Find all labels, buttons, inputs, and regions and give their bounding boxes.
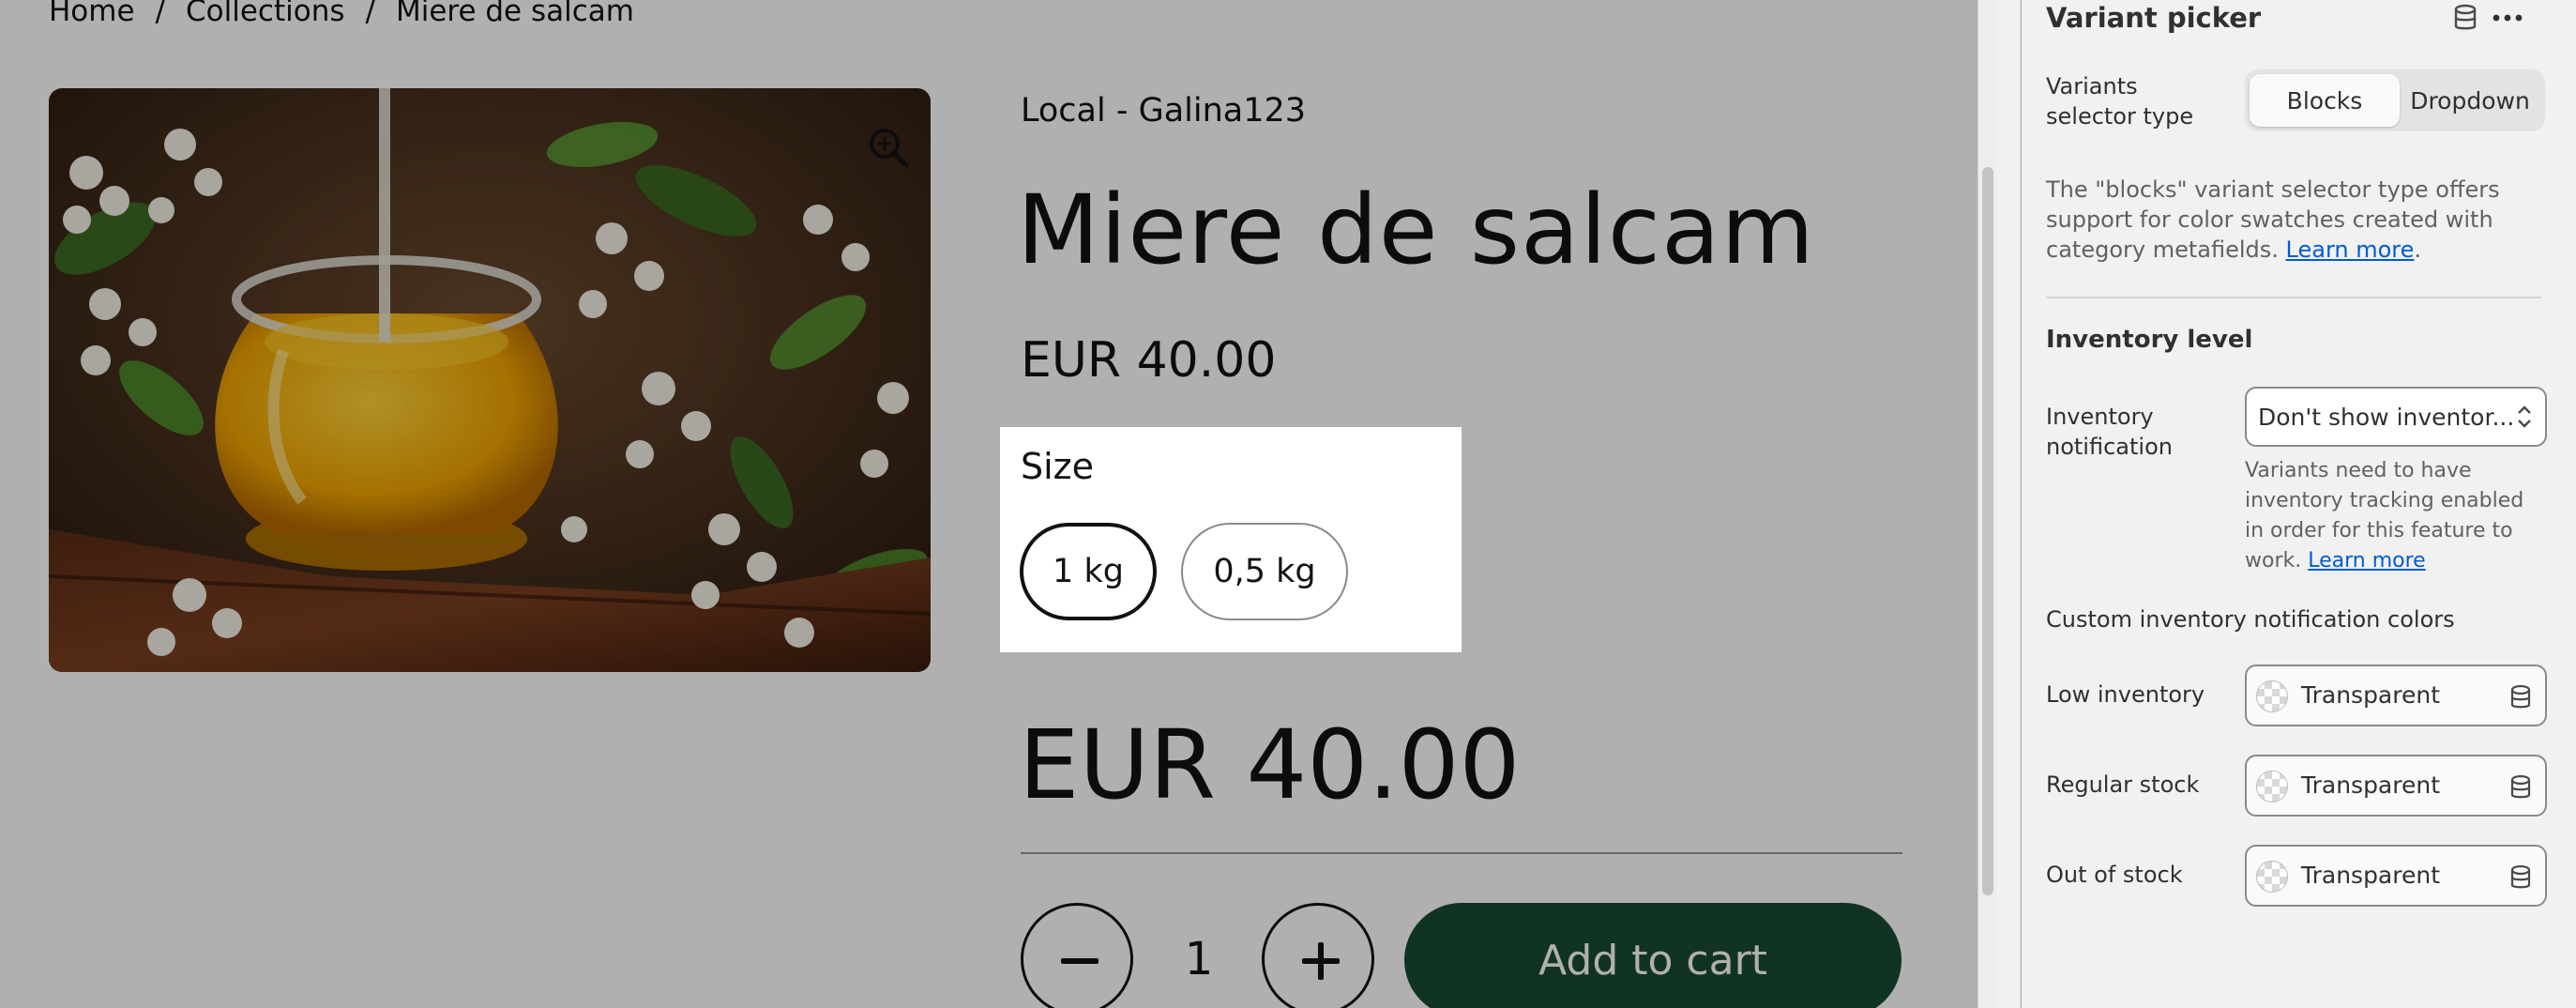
regular-stock-color-field[interactable]: Transparent [2245, 755, 2547, 817]
breadcrumb: Home / Collections / Miere de salcam [49, 0, 634, 28]
divider [1021, 852, 1902, 854]
add-to-cart-button[interactable]: Add to cart [1404, 903, 1902, 1008]
breadcrumb-separator: / [365, 0, 375, 28]
quantity-decrease-button[interactable] [1021, 903, 1133, 1008]
selector-type-segmented: Blocks Dropdown [2245, 69, 2545, 131]
selector-description-text: The "blocks" variant selector type offer… [2046, 176, 2500, 263]
select-arrows-icon [2518, 405, 2531, 428]
low-inventory-label: Low inventory [2046, 681, 2205, 708]
size-option-0-5kg[interactable]: 0,5 kg [1181, 523, 1348, 620]
regular-stock-label: Regular stock [2046, 771, 2200, 798]
settings-panel: Variant picker Variants selector type Bl… [2022, 0, 2576, 1008]
low-inventory-color-value: Transparent [2301, 681, 2441, 709]
database-icon[interactable] [2509, 864, 2532, 891]
section-divider [2046, 297, 2541, 298]
quantity-value[interactable]: 1 [1173, 933, 1225, 985]
product-image[interactable] [49, 88, 931, 672]
breadcrumb-home[interactable]: Home [49, 0, 135, 28]
color-swatch[interactable] [2256, 680, 2288, 712]
size-option-1kg[interactable]: 1 kg [1020, 523, 1157, 620]
low-inventory-color-field[interactable]: Transparent [2245, 664, 2547, 726]
theme-preview: Home / Collections / Miere de salcam Loc… [0, 0, 1977, 1008]
regular-stock-color-value: Transparent [2301, 771, 2441, 799]
size-label: Size [1021, 446, 1095, 487]
selector-option-blocks[interactable]: Blocks [2250, 74, 2400, 127]
database-icon[interactable] [2509, 684, 2532, 710]
selector-type-label: Variants selector type [2046, 73, 2194, 130]
minus-icon [1061, 958, 1099, 964]
breadcrumb-separator: / [155, 0, 165, 28]
honey-jar-illustration [49, 88, 931, 672]
zoom-in-icon[interactable] [865, 124, 912, 171]
database-icon[interactable] [2453, 4, 2478, 32]
inventory-learn-more-link[interactable]: Learn more [2308, 549, 2425, 573]
out-of-stock-color-field[interactable]: Transparent [2245, 845, 2547, 907]
custom-colors-label: Custom inventory notification colors [2046, 606, 2455, 633]
quantity-increase-button[interactable] [1262, 903, 1374, 1008]
scrollbar-thumb[interactable] [1982, 167, 1993, 895]
more-options-icon[interactable] [2493, 13, 2523, 23]
inventory-notification-value: Don't show inventor... [2258, 403, 2515, 431]
out-of-stock-color-value: Transparent [2301, 862, 2441, 889]
breadcrumb-collections[interactable]: Collections [186, 0, 345, 28]
product-price-large: EUR 40.00 [1019, 710, 1521, 821]
panel-heading: Variant picker [2046, 2, 2262, 34]
color-swatch[interactable] [2256, 861, 2288, 893]
learn-more-link[interactable]: Learn more [2286, 237, 2415, 263]
color-swatch[interactable] [2256, 771, 2288, 802]
database-icon[interactable] [2509, 774, 2532, 801]
preview-scrollbar[interactable] [1977, 0, 1996, 1008]
inventory-section-title: Inventory level [2046, 326, 2253, 354]
selector-description: The "blocks" variant selector type offer… [2046, 176, 2500, 263]
product-price: EUR 40.00 [1021, 332, 1277, 389]
selector-option-dropdown[interactable]: Dropdown [2400, 74, 2540, 127]
out-of-stock-label: Out of stock [2046, 862, 2183, 888]
inventory-notification-label: Inventory notification [2046, 404, 2173, 460]
panel-gutter [1996, 0, 2021, 1008]
product-title: Miere de salcam [1017, 175, 1815, 286]
variant-picker-block[interactable]: Size 1 kg 0,5 kg [1000, 427, 1462, 652]
inventory-help: Variants need to have inventory tracking… [2245, 456, 2545, 576]
breadcrumb-current: Miere de salcam [395, 0, 634, 28]
product-vendor: Local - Galina123 [1021, 92, 1307, 130]
inventory-notification-select[interactable]: Don't show inventor... [2245, 387, 2547, 447]
